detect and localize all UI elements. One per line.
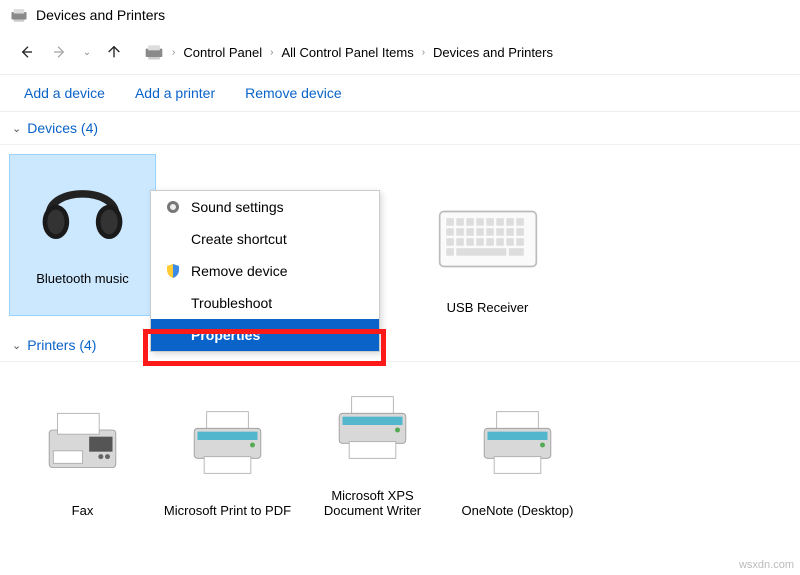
window-titlebar: Devices and Printers (0, 0, 800, 30)
chevron-right-icon: › (172, 47, 175, 58)
nav-back-button[interactable] (12, 38, 40, 66)
breadcrumb-item[interactable]: All Control Panel Items (277, 43, 417, 62)
arrow-up-icon (106, 44, 122, 60)
fax-icon (40, 405, 125, 480)
section-header-devices[interactable]: ⌄ Devices (4) (0, 112, 800, 145)
printer-item-ms-xps[interactable]: Microsoft XPS Document Writer (300, 372, 445, 518)
printers-grid: Fax Microsoft Print to PDF Microsoft XPS… (0, 362, 800, 532)
menu-item-label: Remove device (191, 263, 288, 279)
add-printer-button[interactable]: Add a printer (135, 85, 215, 101)
speaker-icon (165, 199, 181, 215)
breadcrumb-item[interactable]: Devices and Printers (429, 43, 557, 62)
printer-icon (475, 405, 560, 480)
device-item-bluetooth-music[interactable]: Bluetooth music (10, 155, 155, 315)
keyboard-icon (438, 209, 538, 269)
command-toolbar: Add a device Add a printer Remove device (0, 75, 800, 112)
menu-item-label: Create shortcut (191, 231, 287, 247)
add-device-button[interactable]: Add a device (24, 85, 105, 101)
blank-icon (165, 327, 181, 343)
section-title: Devices (4) (27, 120, 98, 136)
nav-up-button[interactable] (100, 38, 128, 66)
device-item-usb-receiver[interactable]: USB Receiver (415, 184, 560, 315)
device-label: USB Receiver (415, 300, 560, 315)
devices-grid: Bluetooth music ABH (0, 145, 800, 329)
shield-icon (165, 263, 181, 279)
nav-history-dropdown[interactable]: ⌄ (80, 38, 94, 66)
context-menu: Sound settings Create shortcut Remove de… (150, 190, 380, 352)
chevron-down-icon: ⌄ (12, 122, 21, 135)
printer-icon (330, 390, 415, 465)
menu-item-label: Troubleshoot (191, 295, 272, 311)
arrow-right-icon (52, 44, 68, 60)
watermark-text: wsxdn.com (739, 559, 794, 571)
menu-item-remove-device[interactable]: Remove device (151, 255, 379, 287)
menu-item-label: Sound settings (191, 199, 284, 215)
printer-item-fax[interactable]: Fax (10, 387, 155, 518)
arrow-left-icon (18, 44, 34, 60)
menu-item-create-shortcut[interactable]: Create shortcut (151, 223, 379, 255)
menu-item-properties[interactable]: Properties (151, 319, 379, 351)
printer-label: Microsoft XPS Document Writer (300, 488, 445, 518)
devices-printers-icon (144, 42, 164, 62)
printer-label: OneNote (Desktop) (445, 503, 590, 518)
printer-item-onenote[interactable]: OneNote (Desktop) (445, 387, 590, 518)
nav-forward-button[interactable] (46, 38, 74, 66)
navigation-bar: ⌄ › Control Panel › All Control Panel It… (0, 30, 800, 75)
printer-icon (185, 405, 270, 480)
remove-device-button[interactable]: Remove device (245, 85, 342, 101)
device-label: Bluetooth music (10, 271, 155, 286)
menu-item-troubleshoot[interactable]: Troubleshoot (151, 287, 379, 319)
headphones-icon (35, 163, 130, 258)
section-header-printers[interactable]: ⌄ Printers (4) (0, 329, 800, 362)
printer-label: Fax (10, 503, 155, 518)
chevron-right-icon: › (270, 47, 273, 58)
menu-item-sound-settings[interactable]: Sound settings (151, 191, 379, 223)
printer-label: Microsoft Print to PDF (155, 503, 300, 518)
chevron-right-icon: › (422, 47, 425, 58)
breadcrumb-item[interactable]: Control Panel (179, 43, 266, 62)
section-title: Printers (4) (27, 337, 96, 353)
printer-item-ms-print-pdf[interactable]: Microsoft Print to PDF (155, 387, 300, 518)
blank-icon (165, 231, 181, 247)
breadcrumb: › Control Panel › All Control Panel Item… (144, 42, 557, 62)
chevron-down-icon: ⌄ (12, 339, 21, 352)
devices-printers-icon (10, 6, 28, 24)
window-title: Devices and Printers (36, 7, 165, 23)
menu-item-label: Properties (191, 327, 260, 343)
blank-icon (165, 295, 181, 311)
